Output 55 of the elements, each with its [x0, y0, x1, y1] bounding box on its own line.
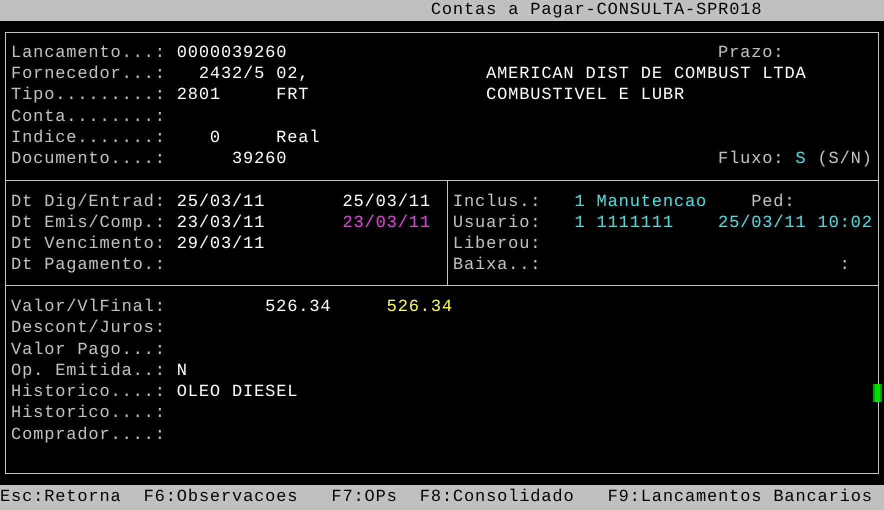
field-label: Inclus.:	[452, 194, 542, 211]
field-label: Indice.......:	[11, 130, 166, 147]
field-value: 526.34	[265, 299, 332, 316]
field-value: OLEO DIESEL	[176, 384, 298, 402]
function-key-hint: F8:Consolidado	[420, 489, 574, 506]
field-value: 25/03/11	[342, 194, 431, 211]
field-value: 1 Manutencao	[574, 194, 707, 211]
field-label: :	[840, 257, 851, 274]
field-value: 29/03/11	[176, 236, 266, 254]
field-value: 25/03/11	[176, 194, 266, 211]
field-value: S	[795, 151, 806, 168]
field-label: Fornecedor...:	[11, 66, 166, 84]
field-label: Dt Vencimento:	[11, 236, 166, 254]
field-label: Dt Pagamento.:	[11, 257, 166, 274]
field-value: 23/03/11	[176, 214, 266, 232]
function-key-hint: Esc:Retorna	[0, 489, 122, 506]
field-value: FRT	[276, 87, 310, 104]
field-value: 1 1111111	[574, 214, 674, 232]
field-value: AMERICAN DIST DE COMBUST LTDA	[486, 66, 806, 84]
field-label: Descont/Juros:	[11, 320, 166, 338]
window-title: Contas a Pagar-CONSULTA-SPR018	[430, 2, 764, 20]
function-key-hint: F7:OPs	[331, 489, 398, 506]
function-key-hint: F6:Observacoes	[144, 489, 298, 506]
field-value: 2801	[176, 87, 221, 104]
field-label: Historico....:	[11, 384, 166, 402]
field-label: Ped:	[751, 194, 796, 211]
field-label: Documento....:	[11, 151, 166, 168]
field-label: Usuario:	[452, 214, 542, 232]
field-label: Dt Emis/Comp.:	[11, 214, 166, 232]
field-label: Dt Dig/Entrad:	[11, 194, 166, 211]
field-label: Comprador....:	[11, 426, 166, 444]
field-value: 0	[210, 130, 221, 147]
field-value: 25/03/11 10:02	[718, 214, 873, 232]
field-label: Liberou:	[452, 236, 542, 254]
field-value: 0000039260	[176, 44, 288, 62]
field-label: Fluxo:	[718, 151, 784, 168]
field-value: 2432/5 02,	[198, 66, 310, 84]
field-value: 39260	[232, 151, 288, 168]
field-label: (S/N)	[817, 151, 873, 168]
field-label: Lancamento...:	[11, 44, 166, 62]
field-label: Valor Pago...:	[11, 342, 166, 359]
field-value: Real	[276, 130, 320, 147]
field-label: Prazo:	[718, 44, 784, 62]
field-value: 526.34	[386, 299, 453, 316]
function-key-hint: F9:Lancamentos Bancarios	[608, 489, 873, 506]
field-label: Baixa..:	[452, 257, 542, 274]
field-label: Valor/VlFinal:	[11, 299, 166, 316]
field-value: N	[176, 362, 188, 380]
field-label: Conta........:	[11, 108, 166, 126]
text-cursor-icon	[872, 384, 882, 402]
field-value: 23/03/11	[342, 214, 431, 232]
field-value: COMBUSTIVEL E LUBR	[486, 87, 685, 104]
field-label: Op. Emitida..:	[11, 362, 166, 380]
field-label: Historico....:	[11, 405, 166, 422]
field-label: Tipo.........:	[11, 87, 166, 104]
